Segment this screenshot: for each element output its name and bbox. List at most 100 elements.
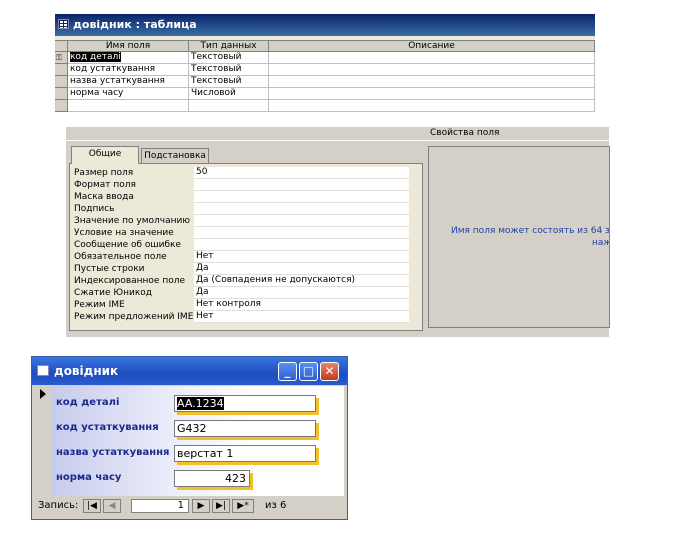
record-number-input[interactable]: 1 <box>131 499 189 513</box>
property-label: Режим предложений IME <box>74 312 194 322</box>
field-input-time-norm[interactable]: 423 <box>174 470 250 487</box>
field-input-equipment-name[interactable]: верстат 1 <box>174 445 316 462</box>
row-selector[interactable] <box>55 100 68 112</box>
table-row[interactable]: норма часу Числовой <box>55 88 595 100</box>
property-value[interactable]: 50 <box>194 167 409 179</box>
primary-key-icon: ⚿ <box>56 53 63 62</box>
record-label: Запись: <box>38 500 79 511</box>
property-value[interactable]: Да <box>194 263 409 275</box>
field-label: норма часу <box>56 472 122 483</box>
description-cell[interactable] <box>269 100 595 112</box>
property-label: Размер поля <box>74 168 134 178</box>
field-grid: Имя поля Тип данных Описание ⚿ код детал… <box>55 40 595 115</box>
field-name-cell[interactable] <box>68 100 189 112</box>
table-design-titlebar[interactable]: довідник : таблица <box>55 14 595 36</box>
field-name-cell[interactable]: норма часу <box>68 88 189 100</box>
form-body: код деталі AA.1234 код устаткування G432… <box>51 386 344 496</box>
property-help-text: Имя поля может состоять из 64 знако <box>451 226 610 236</box>
current-record-arrow-icon <box>40 389 46 399</box>
property-value[interactable] <box>194 227 409 239</box>
field-label: код устаткування <box>56 422 159 433</box>
description-cell[interactable] <box>269 76 595 88</box>
field-input-code-part[interactable]: AA.1234 <box>174 395 316 412</box>
next-record-button[interactable]: ▶ <box>192 499 210 513</box>
tab-lookup[interactable]: Подстановка <box>141 148 209 164</box>
property-value[interactable]: Нет <box>194 251 409 263</box>
last-record-button[interactable]: ▶| <box>212 499 230 513</box>
property-help-text-cont: наж <box>592 238 610 248</box>
field-name-cell[interactable]: код деталі <box>68 52 189 64</box>
property-label: Подпись <box>74 204 115 214</box>
table-design-window: довідник : таблица Имя поля Тип данных О… <box>55 14 595 115</box>
property-row[interactable]: Сжатие Юникод Да <box>74 287 409 299</box>
property-row[interactable]: Формат поля <box>74 179 409 191</box>
property-row[interactable]: Индексированное поле Да (Совпадения не до… <box>74 275 409 287</box>
record-selector[interactable] <box>35 386 52 496</box>
data-type-cell[interactable]: Текстовый <box>189 52 269 64</box>
property-row[interactable]: Пустые строки Да <box>74 263 409 275</box>
property-label: Сообщение об ошибке <box>74 240 182 250</box>
property-row[interactable]: Размер поля 50 <box>74 167 409 179</box>
field-name-cell[interactable]: код устаткування <box>68 64 189 76</box>
close-button[interactable]: ✕ <box>320 362 339 381</box>
table-row[interactable]: назва устаткування Текстовый <box>55 76 595 88</box>
property-value[interactable] <box>194 203 409 215</box>
property-label: Значение по умолчанию <box>74 216 190 226</box>
property-help-panel: Имя поля может состоять из 64 знако наж <box>428 146 610 328</box>
table-row[interactable]: код устаткування Текстовый <box>55 64 595 76</box>
row-selector[interactable]: ⚿ <box>55 52 68 64</box>
property-row[interactable]: Обязательное поле Нет <box>74 251 409 263</box>
table-design-title: довідник : таблица <box>73 18 197 31</box>
tab-general[interactable]: Общие <box>71 146 139 164</box>
new-record-button[interactable]: ▶* <box>232 499 254 513</box>
description-cell[interactable] <box>269 52 595 64</box>
data-type-cell[interactable] <box>189 100 269 112</box>
property-row[interactable]: Режим IME Нет контроля <box>74 299 409 311</box>
record-navigation: Запись: |◀ ◀ 1 ▶ ▶| ▶* из 6 <box>35 497 344 515</box>
previous-record-button[interactable]: ◀ <box>103 499 121 513</box>
property-label: Условие на значение <box>74 228 174 238</box>
form-icon <box>37 365 49 376</box>
data-type-cell[interactable]: Числовой <box>189 88 269 100</box>
property-value[interactable] <box>194 179 409 191</box>
property-value[interactable]: Нет <box>194 311 409 323</box>
property-row[interactable]: Маска ввода <box>74 191 409 203</box>
property-row[interactable]: Сообщение об ошибке <box>74 239 409 251</box>
maximize-button[interactable]: □ <box>299 362 318 381</box>
column-header-data-type[interactable]: Тип данных <box>189 41 269 52</box>
description-cell[interactable] <box>269 88 595 100</box>
field-input-code-equipment[interactable]: G432 <box>174 420 316 437</box>
field-name-cell[interactable]: назва устаткування <box>68 76 189 88</box>
first-record-button[interactable]: |◀ <box>83 499 101 513</box>
property-value[interactable]: Да (Совпадения не допускаются) <box>194 275 409 287</box>
data-type-cell[interactable]: Текстовый <box>189 76 269 88</box>
property-row[interactable]: Условие на значение <box>74 227 409 239</box>
row-selector[interactable] <box>55 76 68 88</box>
property-label: Индексированное поле <box>74 276 186 286</box>
row-selector[interactable] <box>55 64 68 76</box>
form-titlebar[interactable]: довідник _ □ ✕ <box>32 357 347 385</box>
description-cell[interactable] <box>269 64 595 76</box>
property-row[interactable]: Подпись <box>74 203 409 215</box>
property-label: Сжатие Юникод <box>74 288 153 298</box>
data-type-cell[interactable]: Текстовый <box>189 64 269 76</box>
field-properties-header: Свойства поля <box>66 127 609 141</box>
property-row[interactable]: Значение по умолчанию <box>74 215 409 227</box>
property-value[interactable] <box>194 215 409 227</box>
column-header-field-name[interactable]: Имя поля <box>68 41 189 52</box>
property-value[interactable] <box>194 191 409 203</box>
property-label: Маска ввода <box>74 192 134 202</box>
column-header-description[interactable]: Описание <box>269 41 595 52</box>
row-selector[interactable] <box>55 88 68 100</box>
field-label: назва устаткування <box>56 447 170 458</box>
property-row[interactable]: Режим предложений IME Нет <box>74 311 409 323</box>
property-value[interactable]: Нет контроля <box>194 299 409 311</box>
properties-list: Размер поля 50 Формат поля Маска ввода По… <box>69 163 423 331</box>
record-total: из 6 <box>265 500 287 511</box>
property-value[interactable]: Да <box>194 287 409 299</box>
table-row[interactable] <box>55 100 595 112</box>
table-row[interactable]: ⚿ код деталі Текстовый <box>55 52 595 64</box>
minimize-button[interactable]: _ <box>278 362 297 381</box>
grid-corner <box>55 41 68 52</box>
property-value[interactable] <box>194 239 409 251</box>
